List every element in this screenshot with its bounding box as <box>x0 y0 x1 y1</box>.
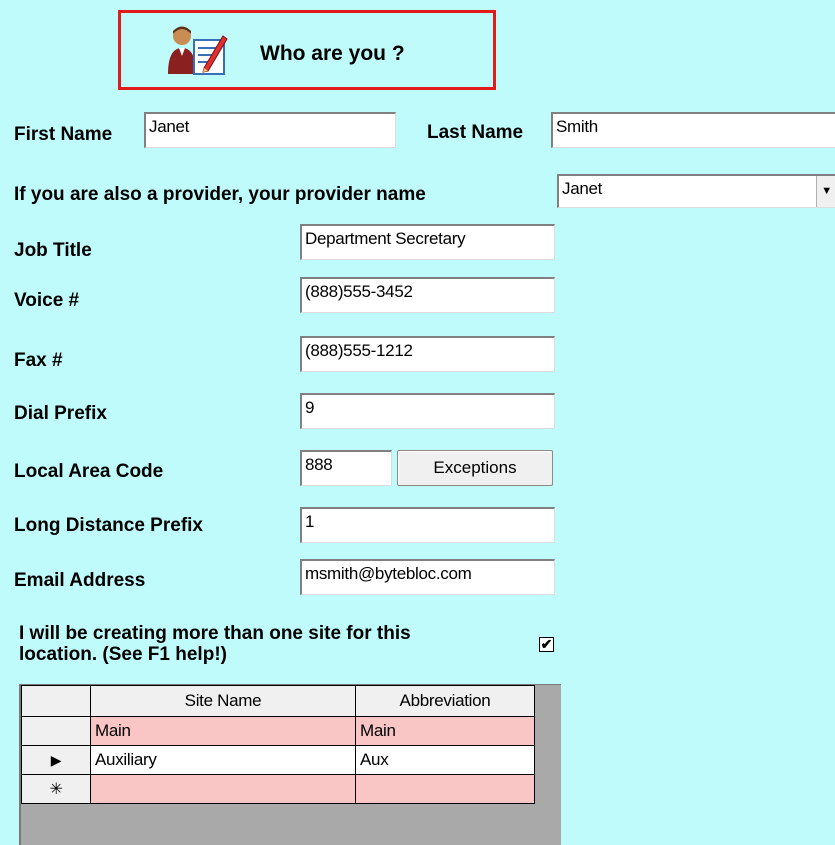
last-name-label: Last Name <box>427 122 524 143</box>
table-row[interactable]: ▶ Auxiliary Aux <box>21 745 535 775</box>
site-name-cell[interactable] <box>90 774 356 804</box>
provider-select[interactable]: Janet ▼ <box>557 174 835 208</box>
column-header-site-name[interactable]: Site Name <box>90 685 356 717</box>
page-title: Who are you ? <box>260 42 405 65</box>
chevron-down-icon[interactable]: ▼ <box>816 176 835 207</box>
grid-header-row: Site Name Abbreviation <box>21 685 535 717</box>
first-name-field[interactable]: Janet <box>144 112 396 148</box>
provider-label: If you are also a provider, your provide… <box>14 184 426 205</box>
email-field[interactable]: msmith@bytebloc.com <box>300 559 555 595</box>
provider-select-value: Janet <box>562 179 603 198</box>
dial-prefix-field[interactable]: 9 <box>300 393 555 429</box>
abbreviation-cell[interactable]: Aux <box>355 745 535 775</box>
table-row[interactable]: Main Main <box>21 716 535 746</box>
abbreviation-cell[interactable] <box>355 774 535 804</box>
current-row-arrow-icon[interactable]: ▶ <box>21 745 91 775</box>
column-header-abbreviation[interactable]: Abbreviation <box>355 685 535 717</box>
job-title-label: Job Title <box>14 240 92 261</box>
new-row-asterisk-icon[interactable]: ✳ <box>21 774 91 804</box>
site-name-cell[interactable]: Main <box>90 716 356 746</box>
local-area-code-field[interactable]: 888 <box>300 450 392 486</box>
email-label: Email Address <box>14 570 146 591</box>
voice-label: Voice # <box>14 290 80 311</box>
person-editing-icon <box>168 24 228 76</box>
job-title-field[interactable]: Department Secretary <box>300 224 555 260</box>
multi-site-label: I will be creating more than one site fo… <box>19 623 411 665</box>
multi-site-label-line2: location. (See F1 help!) <box>19 644 227 665</box>
fax-label: Fax # <box>14 350 63 371</box>
long-distance-prefix-label: Long Distance Prefix <box>14 515 203 536</box>
last-name-field[interactable]: Smith <box>551 112 835 148</box>
site-name-cell[interactable]: Auxiliary <box>90 745 356 775</box>
row-indicator[interactable] <box>21 716 91 746</box>
multi-site-checkbox[interactable]: ✔ <box>539 637 554 652</box>
table-row-new[interactable]: ✳ <box>21 774 535 804</box>
multi-site-label-line1: I will be creating more than one site fo… <box>19 623 411 644</box>
local-area-code-label: Local Area Code <box>14 461 164 482</box>
exceptions-button[interactable]: Exceptions <box>397 450 553 486</box>
long-distance-prefix-field[interactable]: 1 <box>300 507 555 543</box>
voice-field[interactable]: (888)555-3452 <box>300 277 555 313</box>
grid-corner-cell <box>21 685 91 717</box>
abbreviation-cell[interactable]: Main <box>355 716 535 746</box>
first-name-label: First Name <box>14 124 113 145</box>
fax-field[interactable]: (888)555-1212 <box>300 336 555 372</box>
sites-grid[interactable]: Site Name Abbreviation Main Main ▶ Auxil… <box>19 684 561 845</box>
dial-prefix-label: Dial Prefix <box>14 403 107 424</box>
